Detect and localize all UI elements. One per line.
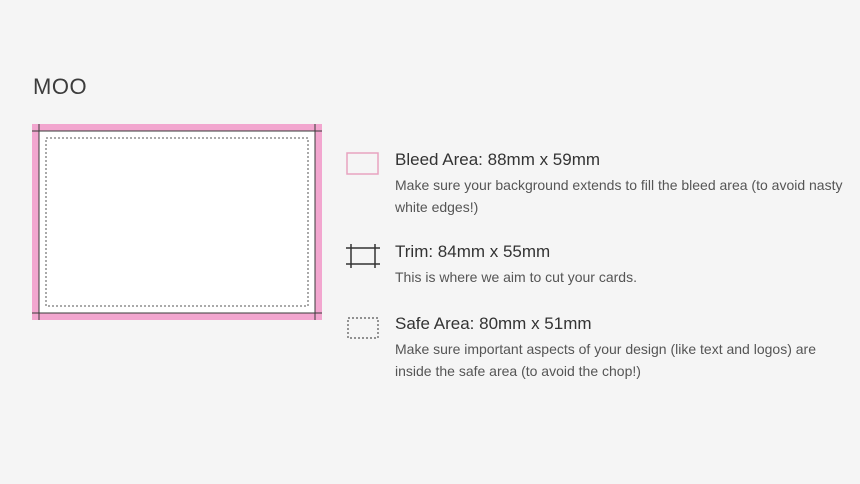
legend: Bleed Area: 88mm x 59mm Make sure your b… <box>346 148 851 384</box>
legend-item-trim: Trim: 84mm x 55mm This is where we aim t… <box>346 240 851 292</box>
trim-area <box>38 130 316 314</box>
trim-title: Trim: 84mm x 55mm <box>395 242 551 261</box>
safe-area-description: Make sure important aspects of your desi… <box>395 341 816 379</box>
trim-icon <box>346 244 380 268</box>
trim-description: This is where we aim to cut your cards. <box>395 269 637 285</box>
legend-item-bleed: Bleed Area: 88mm x 59mm Make sure your b… <box>346 148 851 220</box>
bleed-area-description: Make sure your background extends to fil… <box>395 177 843 215</box>
safe-area-icon <box>347 317 379 339</box>
bleed-area-icon <box>346 152 379 175</box>
bleed-area-title: Bleed Area: 88mm x 59mm <box>395 150 601 169</box>
safe-area-title: Safe Area: 80mm x 51mm <box>395 314 592 333</box>
brand-logo: MOO <box>33 74 88 99</box>
card-diagram <box>32 124 322 320</box>
legend-item-safe: Safe Area: 80mm x 51mm Make sure importa… <box>346 312 851 384</box>
